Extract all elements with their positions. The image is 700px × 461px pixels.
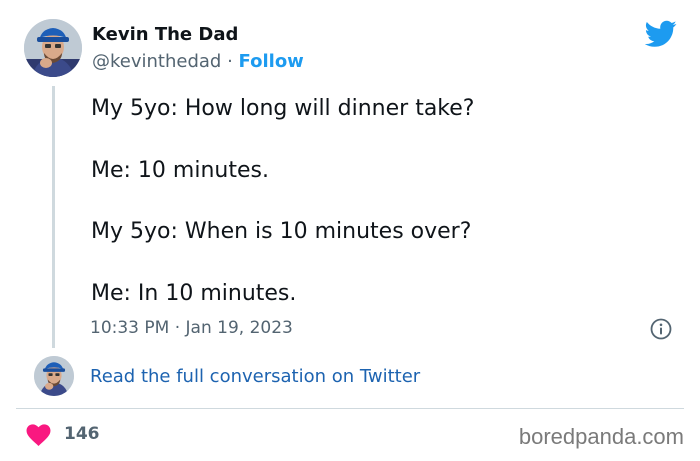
info-icon[interactable] — [650, 318, 672, 340]
divider — [16, 408, 684, 409]
tweet-text-line: Me: In 10 minutes. — [91, 281, 297, 306]
like-count: 146 — [64, 424, 100, 444]
heart-icon[interactable] — [26, 424, 51, 446]
author-handle[interactable]: @kevinthedad — [92, 51, 221, 72]
tweet-timestamp[interactable]: 10:33 PM · Jan 19, 2023 — [90, 318, 293, 338]
conversation-avatar[interactable] — [34, 356, 74, 396]
tweet-text-line: Me: 10 minutes. — [91, 158, 269, 183]
author-avatar[interactable] — [24, 19, 82, 77]
tweet-text-line: My 5yo: How long will dinner take? — [91, 96, 475, 121]
author-handle-row: @kevinthedad · Follow — [92, 51, 304, 72]
handle-separator: · — [227, 51, 233, 72]
watermark: boredpanda.com — [518, 424, 684, 449]
follow-button[interactable]: Follow — [239, 51, 304, 72]
thread-line — [52, 86, 55, 348]
tweet-text-line: My 5yo: When is 10 minutes over? — [91, 219, 472, 244]
read-conversation-link[interactable]: Read the full conversation on Twitter — [90, 366, 420, 387]
twitter-bird-icon[interactable] — [645, 20, 677, 48]
author-name[interactable]: Kevin The Dad — [92, 24, 238, 45]
